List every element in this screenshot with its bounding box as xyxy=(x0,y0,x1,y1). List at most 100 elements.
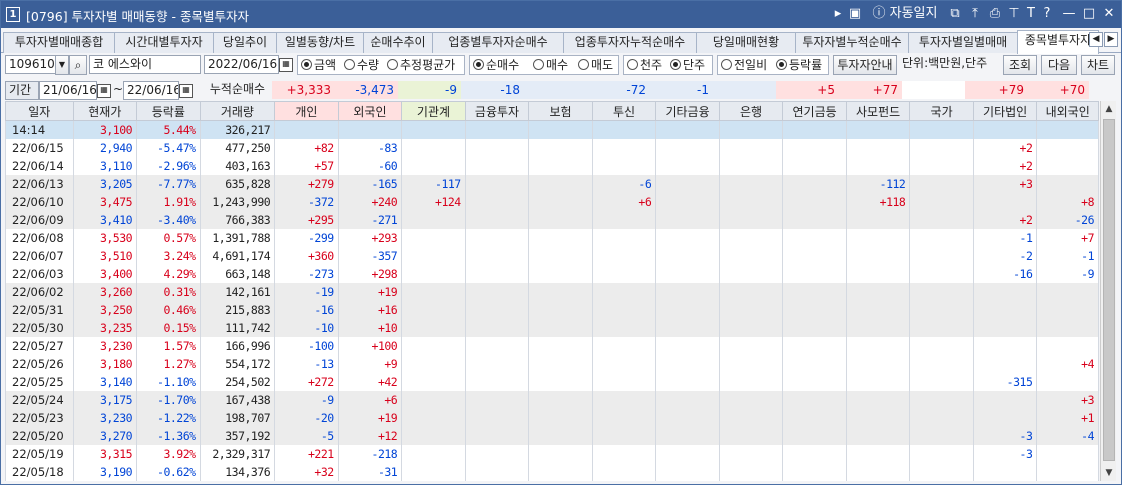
from-calendar-icon[interactable]: ▦ xyxy=(97,84,111,98)
search-icon[interactable]: ⌕ xyxy=(69,55,87,75)
calendar-icon[interactable]: ▦ xyxy=(279,58,293,72)
tab-1[interactable]: 투자자별매매종합 xyxy=(3,32,115,53)
column-header[interactable]: 등락률 xyxy=(136,101,201,121)
maximize-icon[interactable]: □ xyxy=(1081,5,1097,23)
table-row[interactable]: 22/06/14 3,110 -2.96% 403,163 +57 -60 +2 xyxy=(5,156,1099,175)
column-header[interactable]: 거래량 xyxy=(199,101,276,121)
table-row[interactable]: 22/06/10 3,475 1.91% 1,243,990 -372 +240 +124 +… xyxy=(5,192,1099,211)
table-cell xyxy=(401,462,466,481)
radio-sell[interactable]: 매도 xyxy=(578,56,613,74)
tab-3[interactable]: 당일추이 xyxy=(213,32,277,53)
font-icon[interactable]: T xyxy=(1025,5,1037,23)
query-button[interactable]: 조회 xyxy=(1003,55,1037,75)
column-header[interactable]: 기관계 xyxy=(401,101,466,121)
table-cell xyxy=(464,462,530,481)
radio-net-buy[interactable]: 순매수 xyxy=(473,56,519,74)
tab-10[interactable]: 투자자별일별매매 xyxy=(908,32,1018,53)
table-row[interactable]: 22/05/26 3,180 1.27% 554,172 -13 +9 +4 xyxy=(5,354,1099,373)
stock-name-field[interactable]: 코 에스와이 xyxy=(89,55,201,74)
tab-2[interactable]: 시간대별투자자 xyxy=(114,32,214,53)
column-header[interactable]: 기타금융 xyxy=(655,101,720,121)
column-header[interactable]: 기타법인 xyxy=(972,101,1038,121)
column-header[interactable]: 보험 xyxy=(528,101,593,121)
table-row[interactable]: 22/05/20 3,270 -1.36% 357,192 -5 +12 -3 -4 xyxy=(5,426,1099,445)
table-row[interactable]: 14:14 3,100 5.44% 326,217 xyxy=(5,120,1099,139)
table-row[interactable]: 22/06/07 3,510 3.24% 4,691,174 +360 -357 -2 -1 xyxy=(5,246,1099,265)
column-header[interactable]: 금융투자 xyxy=(464,101,530,121)
vertical-scrollbar[interactable]: ▲ ▼ xyxy=(1100,101,1116,481)
tab-5[interactable]: 순매수추이 xyxy=(363,32,433,53)
tab-8[interactable]: 당일매매현황 xyxy=(696,32,796,53)
radio-prev-diff[interactable]: 전일비 xyxy=(721,56,767,74)
table-cell: 22/05/31 xyxy=(5,300,74,319)
radio-avg-price[interactable]: 추정평균가 xyxy=(387,56,455,74)
column-header[interactable]: 일자 xyxy=(5,101,74,121)
column-header[interactable]: 내외국인 xyxy=(1036,101,1099,121)
tab-prev-icon[interactable]: ◀ xyxy=(1089,32,1103,47)
code-dropdown-icon[interactable]: ▼ xyxy=(55,55,69,75)
table-row[interactable]: 22/05/31 3,250 0.46% 215,883 -16 +16 xyxy=(5,300,1099,319)
table-cell xyxy=(464,210,530,229)
column-header[interactable]: 연기금등 xyxy=(782,101,847,121)
scroll-up-icon[interactable]: ▲ xyxy=(1101,101,1117,117)
table-row[interactable]: 22/05/25 3,140 -1.10% 254,502 +272 +42 -315 xyxy=(5,372,1099,391)
table-cell xyxy=(1036,318,1099,337)
auto-journal-button[interactable]: ⓘ 자동일지 xyxy=(871,5,939,23)
tab-11[interactable]: 종목별투자자 xyxy=(1017,30,1099,54)
table-cell: 0.57% xyxy=(136,228,201,247)
table-row[interactable]: 22/05/27 3,230 1.57% 166,996 -100 +100 xyxy=(5,336,1099,355)
radio-single-shares[interactable]: 단주 xyxy=(670,56,705,74)
tab-6[interactable]: 업종별투자자순매수 xyxy=(432,32,564,53)
radio-change-rate[interactable]: 등락률 xyxy=(776,56,822,74)
play-icon[interactable]: ▸ xyxy=(832,5,844,23)
table-row[interactable]: 22/05/23 3,230 -1.22% 198,707 -20 +19 +1 xyxy=(5,408,1099,427)
table-cell: 3,140 xyxy=(72,372,138,391)
column-header[interactable]: 개인 xyxy=(274,101,339,121)
window-link-icon[interactable]: ⧉ xyxy=(947,5,963,23)
table-row[interactable]: 22/06/15 2,940 -5.47% 477,250 +82 -83 +2 xyxy=(5,138,1099,157)
print-icon[interactable]: ⎙ xyxy=(987,5,1003,23)
table-row[interactable]: 22/05/18 3,190 -0.62% 134,376 +32 -31 xyxy=(5,462,1099,481)
table-row[interactable]: 22/05/19 3,315 3.92% 2,329,317 +221 -218 -3 xyxy=(5,444,1099,463)
next-button[interactable]: 다음 xyxy=(1041,55,1077,75)
investor-guide-button[interactable]: 투자자안내 xyxy=(833,55,897,75)
table-row[interactable]: 22/06/02 3,260 0.31% 142,161 -19 +19 xyxy=(5,282,1099,301)
from-date-input[interactable]: 21/06/16 xyxy=(39,81,97,100)
table-row[interactable]: 22/06/09 3,410 -3.40% 766,383 +295 -271 +2 -26 xyxy=(5,210,1099,229)
column-header[interactable]: 국가 xyxy=(909,101,974,121)
tab-bar: 투자자별매매종합 시간대별투자자 당일추이 일별동향/차트 순매수추이 업종별투자자순매수… xyxy=(1,29,1121,54)
scroll-down-icon[interactable]: ▼ xyxy=(1101,465,1117,481)
column-header[interactable]: 투신 xyxy=(591,101,657,121)
column-header[interactable]: 현재가 xyxy=(72,101,138,121)
radio-quantity[interactable]: 수량 xyxy=(344,56,379,74)
scroll-thumb[interactable] xyxy=(1103,119,1115,461)
date-input[interactable]: 2022/06/16 xyxy=(204,55,279,74)
tab-next-icon[interactable]: ▶ xyxy=(1104,32,1118,47)
radio-thousand-shares[interactable]: 천주 xyxy=(627,56,662,74)
tab-7[interactable]: 업종투자자누적순매수 xyxy=(563,32,697,53)
minimize-icon[interactable]: — xyxy=(1061,5,1077,23)
column-header[interactable]: 사모펀드 xyxy=(845,101,911,121)
radio-buy[interactable]: 매수 xyxy=(533,56,568,74)
pin-top-icon[interactable]: ⤒ xyxy=(967,5,983,23)
to-date-input[interactable]: 22/06/16 xyxy=(123,81,179,100)
chart-button[interactable]: 차트 xyxy=(1081,55,1115,75)
to-calendar-icon[interactable]: ▦ xyxy=(179,84,193,98)
table-row[interactable]: 22/05/24 3,175 -1.70% 167,438 -9 +6 +3 xyxy=(5,390,1099,409)
radio-amount[interactable]: 금액 xyxy=(301,56,336,74)
table-row[interactable]: 22/06/03 3,400 4.29% 663,148 -273 +298 -16 -9 xyxy=(5,264,1099,283)
table-cell xyxy=(909,246,974,265)
tab-4[interactable]: 일별동향/차트 xyxy=(276,32,364,53)
help-icon[interactable]: ? xyxy=(1041,5,1053,23)
column-header[interactable]: 외국인 xyxy=(337,101,403,121)
stay-icon[interactable]: ⊤ xyxy=(1007,5,1021,23)
column-header[interactable]: 은행 xyxy=(718,101,784,121)
radio-label: 매도 xyxy=(591,58,614,72)
table-row[interactable]: 22/06/13 3,205 -7.77% 635,828 +279 -165 -117 -6… xyxy=(5,174,1099,193)
tab-9[interactable]: 투자자별누적순매수 xyxy=(795,32,909,53)
table-row[interactable]: 22/05/30 3,235 0.15% 111,742 -10 +10 xyxy=(5,318,1099,337)
close-icon[interactable]: ✕ xyxy=(1101,5,1117,23)
stock-code-input[interactable]: 109610 xyxy=(5,55,57,74)
table-row[interactable]: 22/06/08 3,530 0.57% 1,391,788 -299 +293 -1 +7 xyxy=(5,228,1099,247)
screen-icon[interactable]: ▣ xyxy=(847,5,863,23)
